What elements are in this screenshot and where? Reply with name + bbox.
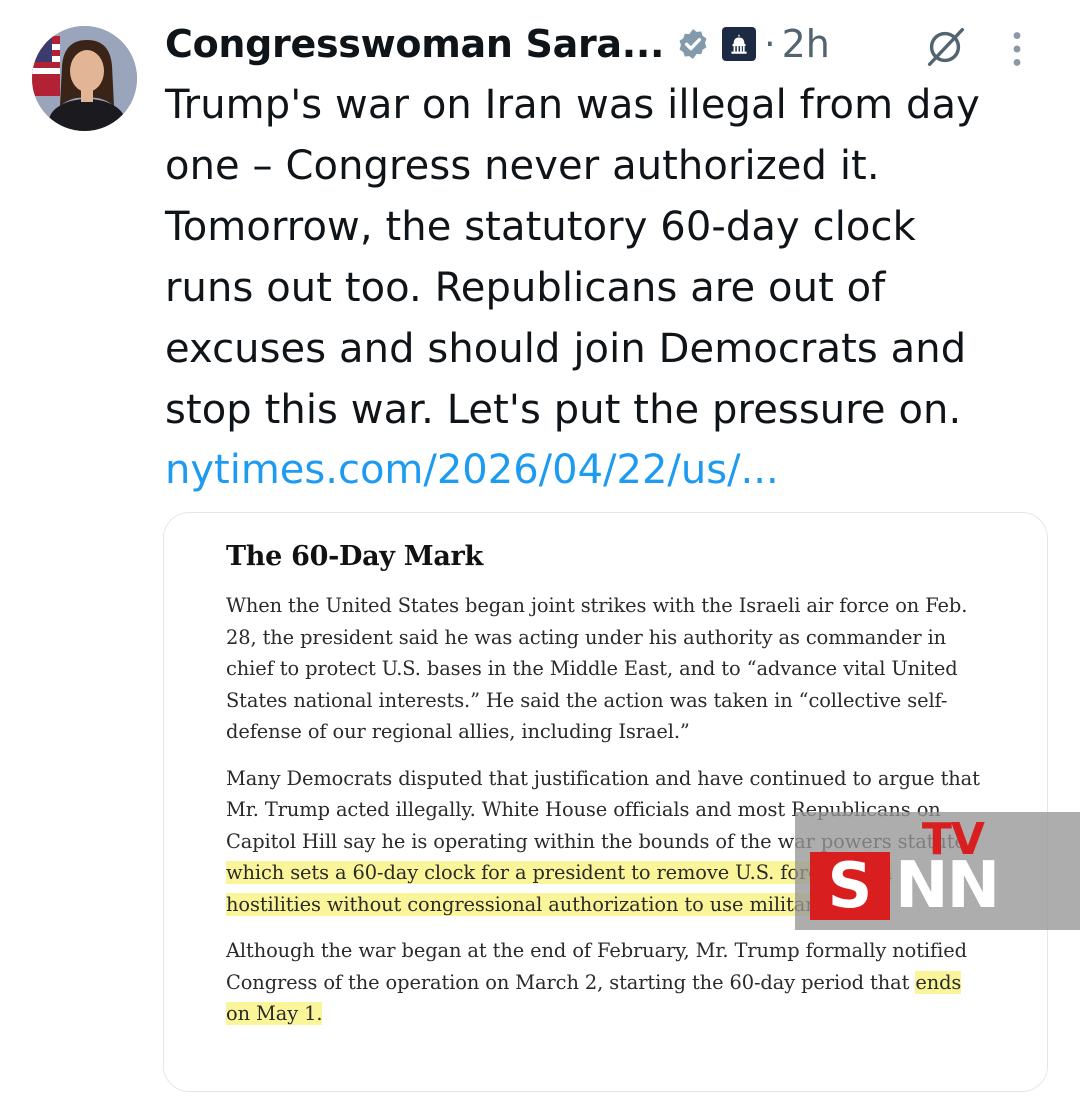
more-options-icon[interactable] [1002,26,1032,72]
article-paragraph-3: Although the war began at the end of Feb… [226,935,986,1030]
post-header: Congresswoman Sara... · 2h [165,16,1040,72]
watermark-s: S [810,852,890,920]
article-screenshot-card[interactable]: The 60-Day Mark When the United States b… [163,512,1048,1092]
author-name[interactable]: Congresswoman Sara... [165,22,664,66]
post-text: Trump's war on Iran was illegal from day… [165,82,980,433]
highlighted-text: which sets a 60-day clock for a presiden… [226,861,893,916]
flag-graphic [32,36,60,96]
article-title: The 60-Day Mark [226,541,483,572]
post-link[interactable]: nytimes.com/2026/04/22/us/... [165,440,779,501]
grok-icon[interactable] [922,24,968,70]
post-timestamp[interactable]: 2h [782,22,830,66]
article-paragraph-3-text: Although the war began at the end of Feb… [226,939,967,994]
snn-tv-watermark: TV S NN [795,812,1080,930]
article-excerpt: The 60-Day Mark When the United States b… [226,541,986,1045]
avatar-photo [32,26,137,131]
watermark-nn: NN [895,849,1000,923]
author-avatar[interactable] [32,26,137,131]
government-affiliation-icon[interactable] [722,27,757,61]
article-paragraph-1: When the United States began joint strik… [226,594,968,743]
verified-badge-icon[interactable] [676,27,710,61]
header-separator: · [764,23,776,65]
